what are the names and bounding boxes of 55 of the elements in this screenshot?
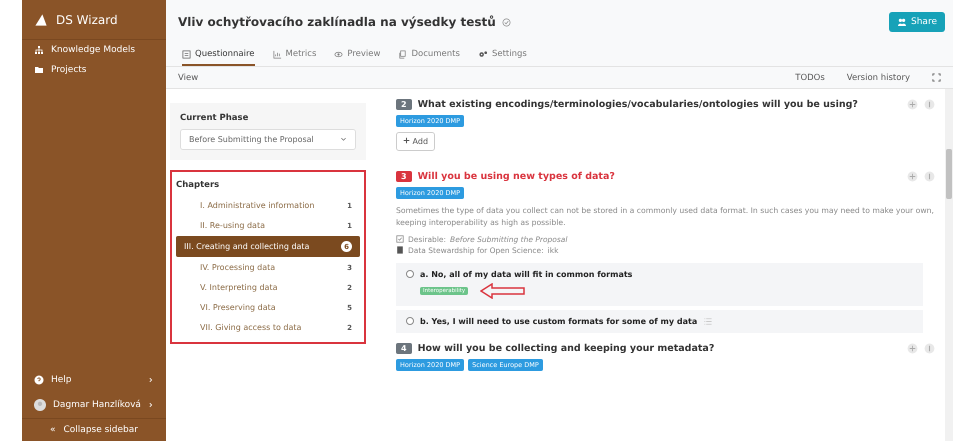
add-button[interactable]: Add: [396, 132, 436, 151]
chevron-icon: [148, 401, 154, 409]
check-circle-icon: [502, 18, 511, 26]
radio-button[interactable]: [406, 317, 414, 326]
sitemap-icon: [34, 45, 44, 55]
tab[interactable]: Settings: [478, 44, 527, 66]
eye-icon: [334, 50, 344, 58]
view-menu[interactable]: View: [178, 72, 198, 82]
phase-label: Current Phase: [180, 113, 250, 123]
question-number: 3: [396, 171, 412, 182]
more-icon: [924, 99, 935, 110]
brand-name: DS Wizard: [56, 12, 118, 26]
question-title: What existing encodings/terminologies/vocabularies/ontologies will you be using?: [418, 99, 858, 110]
chapters-title: Chapters: [176, 180, 220, 190]
project-title: Vliv ochytřovacího zaklínadla na výsedky testů: [178, 15, 496, 29]
tab[interactable]: Documents: [398, 44, 460, 66]
more-icon: [924, 342, 935, 354]
phase-select[interactable]: Before Submitting the Proposal: [180, 129, 356, 150]
chart-icon: [272, 50, 282, 58]
radio-button[interactable]: [406, 270, 414, 278]
avatar-icon: [34, 399, 46, 411]
answer-label: b. Yes, I will need to use custom formats for some of my data: [420, 316, 698, 326]
tab[interactable]: Preview: [334, 44, 380, 66]
question-title: How will you be collecting and keeping your metadata?: [418, 342, 714, 354]
fullscreen-icon: [932, 73, 941, 82]
chevron-icon: [148, 376, 154, 384]
tab[interactable]: Metrics: [272, 44, 316, 66]
more-icon: [924, 171, 935, 182]
sidebar-item[interactable]: Projects: [22, 60, 166, 80]
scrollbar[interactable]: [945, 89, 953, 441]
copy-icon: [398, 50, 408, 58]
add-icon: [907, 99, 918, 110]
chevron-down-icon: [340, 136, 347, 143]
question-number: 4: [396, 342, 412, 354]
users-icon: [897, 18, 908, 26]
answer-label: a. No, all of my data will fit in common formats: [420, 270, 632, 279]
sidebar-item[interactable]: Dagmar Hanzlíková: [22, 392, 166, 418]
arrow-annotation: [480, 282, 526, 299]
add-icon: [907, 171, 918, 182]
sidebar-item[interactable]: Help: [22, 368, 166, 392]
question-number: 2: [396, 99, 412, 110]
checkbox-icon: [396, 235, 404, 244]
list-icon: [703, 316, 714, 326]
wizard-hat-icon: [34, 12, 48, 26]
folder-icon: [34, 65, 44, 75]
add-icon: [907, 342, 918, 354]
book-icon: [396, 246, 404, 254]
help-icon: [34, 375, 44, 385]
question-title: Will you be using new types of data?: [418, 171, 615, 182]
list-icon: [182, 50, 191, 58]
cogs-icon: [478, 50, 488, 58]
plus-icon: [403, 137, 410, 144]
version-history-link[interactable]: Version history: [846, 72, 910, 82]
sidebar-item[interactable]: Knowledge Models: [22, 40, 166, 60]
todos-link[interactable]: TODOs: [795, 72, 825, 82]
